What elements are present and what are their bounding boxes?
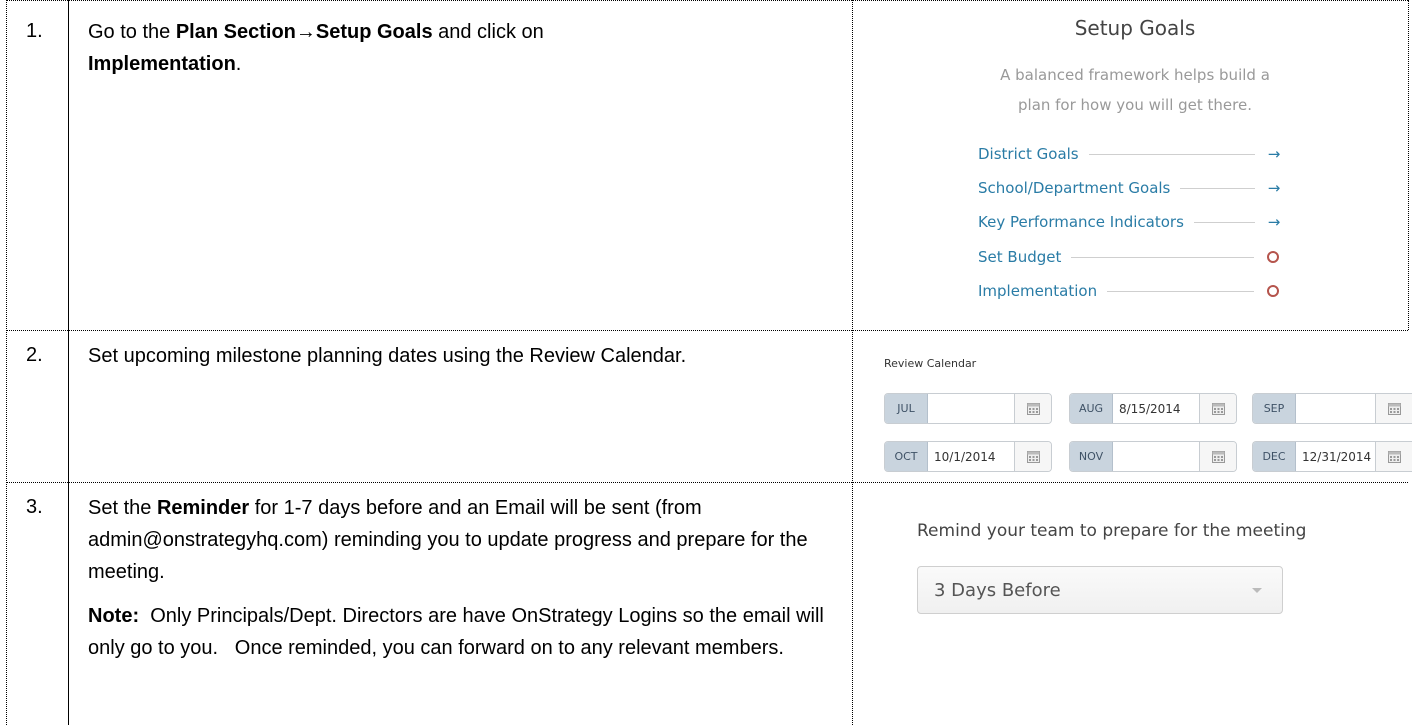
setup-goals-item-label[interactable]: Set Budget bbox=[978, 248, 1061, 266]
chevron-down-icon[interactable] bbox=[1252, 588, 1262, 593]
month-label: SEP bbox=[1253, 394, 1296, 423]
row-divider-2 bbox=[6, 482, 1408, 483]
table-divider-number bbox=[68, 0, 69, 725]
row-number: 2. bbox=[26, 344, 43, 366]
image-border-top-right bbox=[1408, 0, 1409, 330]
month-label: NOV bbox=[1070, 442, 1113, 471]
divider bbox=[1193, 221, 1255, 223]
setup-goals-item-label[interactable]: Implementation bbox=[978, 282, 1097, 300]
setup-goals-item-label[interactable]: Key Performance Indicators bbox=[978, 213, 1184, 231]
calendar-icon[interactable] bbox=[1375, 394, 1412, 423]
date-input[interactable]: 10/1/2014 bbox=[928, 450, 1014, 464]
instruction-bold: Reminder bbox=[156, 497, 250, 519]
instruction-bold: Setup Goals bbox=[315, 21, 433, 43]
arrow-right-icon[interactable]: → bbox=[1265, 213, 1283, 231]
setup-goals-item-school-department-goals[interactable]: School/Department Goals → bbox=[978, 174, 1283, 202]
table-border-top bbox=[6, 0, 1408, 1]
reminder-select[interactable]: 3 Days Before bbox=[917, 566, 1283, 614]
instruction-text: Go to the Plan Section→Setup Goals and c… bbox=[88, 16, 818, 80]
calendar-field-jul[interactable]: JUL bbox=[884, 393, 1052, 424]
calendar-icon[interactable] bbox=[1014, 442, 1051, 471]
instruction-bold: Plan Section bbox=[175, 21, 296, 43]
instruction-part: and click on bbox=[432, 21, 544, 43]
setup-goals-item-label[interactable]: District Goals bbox=[978, 145, 1079, 163]
setup-goals-description: A balanced framework helps build a plan … bbox=[960, 60, 1310, 120]
circle-icon bbox=[1267, 285, 1279, 297]
instruction-part: . bbox=[235, 53, 242, 75]
instruction-text: Set upcoming milestone planning dates us… bbox=[88, 345, 687, 367]
reminder-selected-value: 3 Days Before bbox=[934, 579, 1061, 601]
table-border-left bbox=[6, 0, 7, 725]
note-text: Only Principals/Dept. Directors are have… bbox=[88, 605, 830, 659]
divider bbox=[1180, 187, 1255, 189]
review-calendar-title: Review Calendar bbox=[884, 357, 977, 370]
month-label: AUG bbox=[1070, 394, 1113, 423]
divider bbox=[1088, 153, 1255, 155]
month-label: OCT bbox=[885, 442, 928, 471]
arrow-right-icon[interactable]: → bbox=[1265, 145, 1283, 163]
setup-goals-item-set-budget[interactable]: Set Budget bbox=[978, 243, 1283, 271]
setup-goals-item-implementation[interactable]: Implementation bbox=[978, 277, 1283, 305]
row-divider-1 bbox=[6, 330, 1408, 331]
setup-goals-item-district-goals[interactable]: District Goals → bbox=[978, 140, 1283, 168]
calendar-icon[interactable] bbox=[1199, 442, 1236, 471]
divider bbox=[1071, 256, 1254, 258]
instruction-text: Set the Reminder for 1-7 days before and… bbox=[88, 492, 828, 664]
table-divider-image bbox=[852, 0, 853, 725]
setup-goals-item-key-performance-indicators[interactable]: Key Performance Indicators → bbox=[978, 208, 1283, 236]
month-label: JUL bbox=[885, 394, 928, 423]
instruction-part: Set the bbox=[88, 497, 157, 519]
instruction-bold: Implementation bbox=[88, 53, 236, 75]
setup-goals-item-label[interactable]: School/Department Goals bbox=[978, 179, 1170, 197]
month-label: DEC bbox=[1253, 442, 1296, 471]
calendar-field-sep[interactable]: SEP bbox=[1252, 393, 1412, 424]
description-line: A balanced framework helps build a bbox=[1000, 66, 1270, 84]
divider bbox=[1107, 290, 1254, 292]
calendar-field-dec[interactable]: DEC 12/31/2014 bbox=[1252, 441, 1412, 472]
note-label: Note: bbox=[88, 605, 140, 627]
date-input[interactable]: 8/15/2014 bbox=[1113, 402, 1199, 416]
calendar-field-aug[interactable]: AUG 8/15/2014 bbox=[1069, 393, 1237, 424]
description-line: plan for how you will get there. bbox=[1018, 96, 1252, 114]
calendar-field-nov[interactable]: NOV bbox=[1069, 441, 1237, 472]
date-input[interactable]: 12/31/2014 bbox=[1296, 450, 1375, 464]
arrow-glyph: → bbox=[295, 21, 316, 43]
calendar-field-oct[interactable]: OCT 10/1/2014 bbox=[884, 441, 1052, 472]
instruction-part: Go to the bbox=[88, 21, 176, 43]
reminder-label: Remind your team to prepare for the meet… bbox=[917, 521, 1307, 541]
calendar-icon[interactable] bbox=[1199, 394, 1236, 423]
circle-icon bbox=[1267, 251, 1279, 263]
calendar-icon[interactable] bbox=[1375, 442, 1412, 471]
row-number: 3. bbox=[26, 496, 43, 518]
arrow-right-icon[interactable]: → bbox=[1265, 179, 1283, 197]
setup-goals-title: Setup Goals bbox=[1074, 16, 1196, 40]
calendar-icon[interactable] bbox=[1014, 394, 1051, 423]
row-number: 1. bbox=[26, 20, 43, 42]
